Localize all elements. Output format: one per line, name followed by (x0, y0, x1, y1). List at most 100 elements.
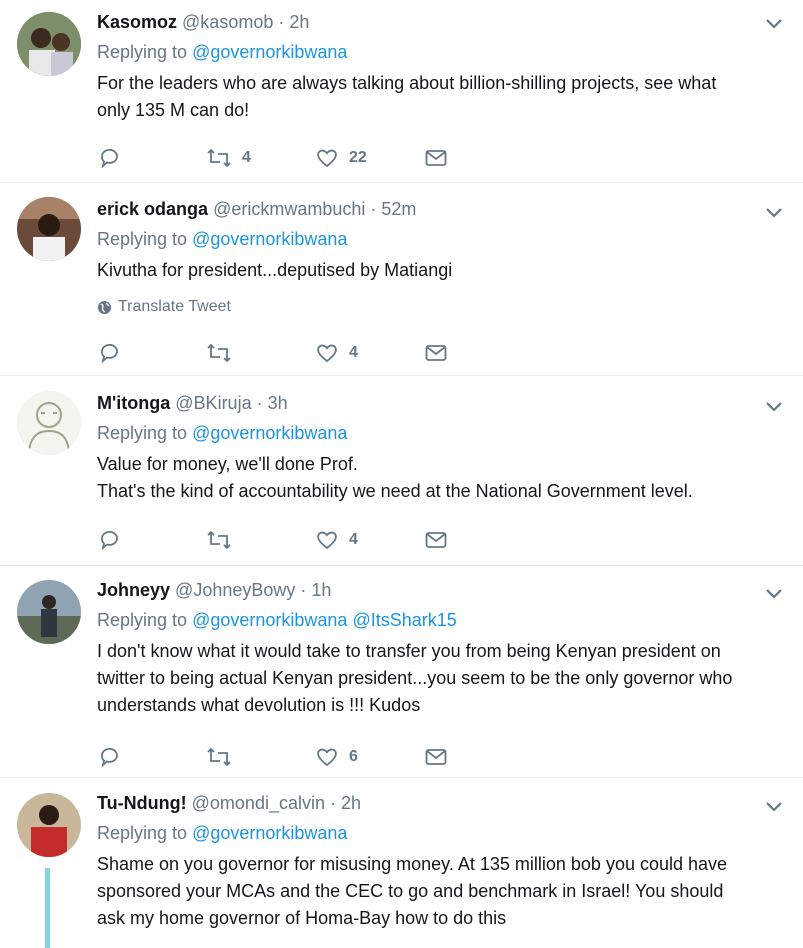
mention-link[interactable]: @governorkibwana (192, 42, 347, 62)
heart-icon (317, 748, 337, 767)
mention-link[interactable]: @governorkibwana (192, 823, 347, 843)
user-handle[interactable]: @erickmwambuchi (213, 199, 365, 219)
direct-message-button[interactable] (424, 341, 533, 365)
reply-button[interactable] (97, 745, 206, 769)
envelope-icon (425, 150, 447, 166)
chevron-down-icon[interactable] (763, 201, 785, 223)
heart-icon (317, 531, 337, 550)
thread-line (45, 868, 50, 948)
tweet-text-line: Kivutha for president...deputised by Mat… (97, 260, 453, 280)
tweet-text: Shame on you governor for misusing money… (97, 851, 763, 932)
replying-label: Replying to (97, 229, 188, 249)
user-handle[interactable]: @BKiruja (175, 393, 251, 413)
like-button[interactable]: 4 (315, 341, 424, 365)
direct-message-button[interactable] (424, 745, 533, 769)
avatar[interactable] (17, 793, 81, 857)
like-count: 4 (349, 531, 358, 548)
display-name[interactable]: Kasomoz (97, 12, 177, 32)
chevron-down-icon[interactable] (763, 395, 785, 417)
chevron-down-icon[interactable] (763, 12, 785, 34)
user-handle[interactable]: @JohneyBowy (175, 580, 295, 600)
retweet-button[interactable] (206, 745, 315, 769)
timestamp[interactable]: 1h (311, 580, 331, 600)
mention-link[interactable]: @governorkibwana (192, 229, 347, 249)
reply-icon (101, 344, 118, 364)
replying-to: Replying to @governorkibwana (97, 227, 763, 251)
avatar[interactable] (17, 197, 81, 261)
separator: · (278, 12, 285, 32)
tweet[interactable]: erick odanga @erickmwambuchi · 52m Reply… (0, 183, 803, 376)
envelope-icon (425, 749, 447, 765)
tweet[interactable]: Kasomoz @kasomob · 2h Replying to @gover… (0, 0, 803, 183)
separator: · (370, 199, 377, 219)
timestamp[interactable]: 2h (341, 793, 361, 813)
tweet-text-line: That's the kind of accountability we nee… (97, 481, 693, 501)
retweet-icon (207, 148, 231, 168)
envelope-icon (425, 532, 447, 548)
tweet-actions: 4 (97, 528, 533, 552)
reply-button[interactable] (97, 528, 206, 552)
avatar[interactable] (17, 391, 81, 455)
tweet[interactable]: Tu-Ndung! @omondi_calvin · 2h Replying t… (0, 778, 803, 946)
mention-link[interactable]: @governorkibwana (192, 423, 347, 443)
tweet-feed: Kasomoz @kasomob · 2h Replying to @gover… (0, 0, 803, 948)
heart-icon (317, 149, 337, 168)
mention-link[interactable]: @ItsShark15 (352, 610, 456, 630)
user-handle[interactable]: @kasomob (182, 12, 273, 32)
display-name[interactable]: erick odanga (97, 199, 208, 219)
chevron-down-icon[interactable] (763, 795, 785, 817)
timestamp[interactable]: 3h (268, 393, 288, 413)
mention-link[interactable]: @governorkibwana (192, 610, 347, 630)
timestamp[interactable]: 2h (289, 12, 309, 32)
tweet-text: Kivutha for president...deputised by Mat… (97, 257, 763, 284)
replying-label: Replying to (97, 610, 188, 630)
like-count: 4 (349, 344, 358, 361)
retweet-icon (207, 747, 231, 767)
replying-label: Replying to (97, 42, 188, 62)
display-name[interactable]: M'itonga (97, 393, 170, 413)
replying-to: Replying to @governorkibwana (97, 421, 763, 445)
avatar[interactable] (17, 12, 81, 76)
tweet-header: Johneyy @JohneyBowy · 1h (97, 578, 763, 602)
display-name[interactable]: Tu-Ndung! (97, 793, 187, 813)
direct-message-button[interactable] (424, 146, 533, 170)
tweet-actions: 4 22 (97, 146, 533, 170)
separator: · (256, 393, 263, 413)
direct-message-button[interactable] (424, 528, 533, 552)
heart-icon (317, 344, 337, 363)
display-name[interactable]: Johneyy (97, 580, 170, 600)
tweet-text-line: only 135 M can do! (97, 100, 250, 120)
tweet-text-line: Value for money, we'll done Prof. (97, 454, 358, 474)
tweet-header: Tu-Ndung! @omondi_calvin · 2h (97, 791, 763, 815)
like-button[interactable]: 22 (315, 146, 424, 170)
reply-icon (101, 748, 118, 768)
user-handle[interactable]: @omondi_calvin (192, 793, 325, 813)
like-button[interactable]: 4 (315, 528, 424, 552)
retweet-button[interactable] (206, 528, 315, 552)
tweet-text-line: understands what devolution is !!! Kudos (97, 695, 421, 715)
reply-button[interactable] (97, 341, 206, 365)
separator: · (330, 793, 336, 813)
tweet-text-line: For the leaders who are always talking a… (97, 73, 717, 93)
timestamp[interactable]: 52m (381, 199, 416, 219)
retweet-button[interactable]: 4 (206, 146, 315, 170)
tweet-text-line: Shame on you governor for misusing money… (97, 854, 728, 874)
separator: · (300, 580, 307, 600)
translate-tweet-link[interactable]: Translate Tweet (97, 298, 763, 316)
tweet[interactable]: M'itonga @BKiruja · 3h Replying to @gove… (0, 376, 803, 566)
avatar[interactable] (17, 580, 81, 644)
like-button[interactable]: 6 (315, 745, 424, 769)
tweet-text: I don't know what it would take to trans… (97, 638, 763, 719)
tweet-header: M'itonga @BKiruja · 3h (97, 391, 763, 415)
tweet-text-line: sponsored your MCAs and the CEC to go an… (97, 881, 724, 901)
reply-button[interactable] (97, 146, 206, 170)
tweet-header: erick odanga @erickmwambuchi · 52m (97, 197, 763, 221)
tweet-text-line: twitter to being actual Kenyan president… (97, 668, 733, 688)
retweet-button[interactable] (206, 341, 315, 365)
chevron-down-icon[interactable] (763, 582, 785, 604)
tweet-text-line: ask my home governor of Homa-Bay how to … (97, 908, 507, 928)
tweet[interactable]: Johneyy @JohneyBowy · 1h Replying to @go… (0, 566, 803, 778)
translate-label[interactable]: Translate Tweet (118, 298, 231, 316)
replying-to: Replying to @governorkibwana (97, 821, 763, 845)
globe-icon (97, 300, 112, 314)
